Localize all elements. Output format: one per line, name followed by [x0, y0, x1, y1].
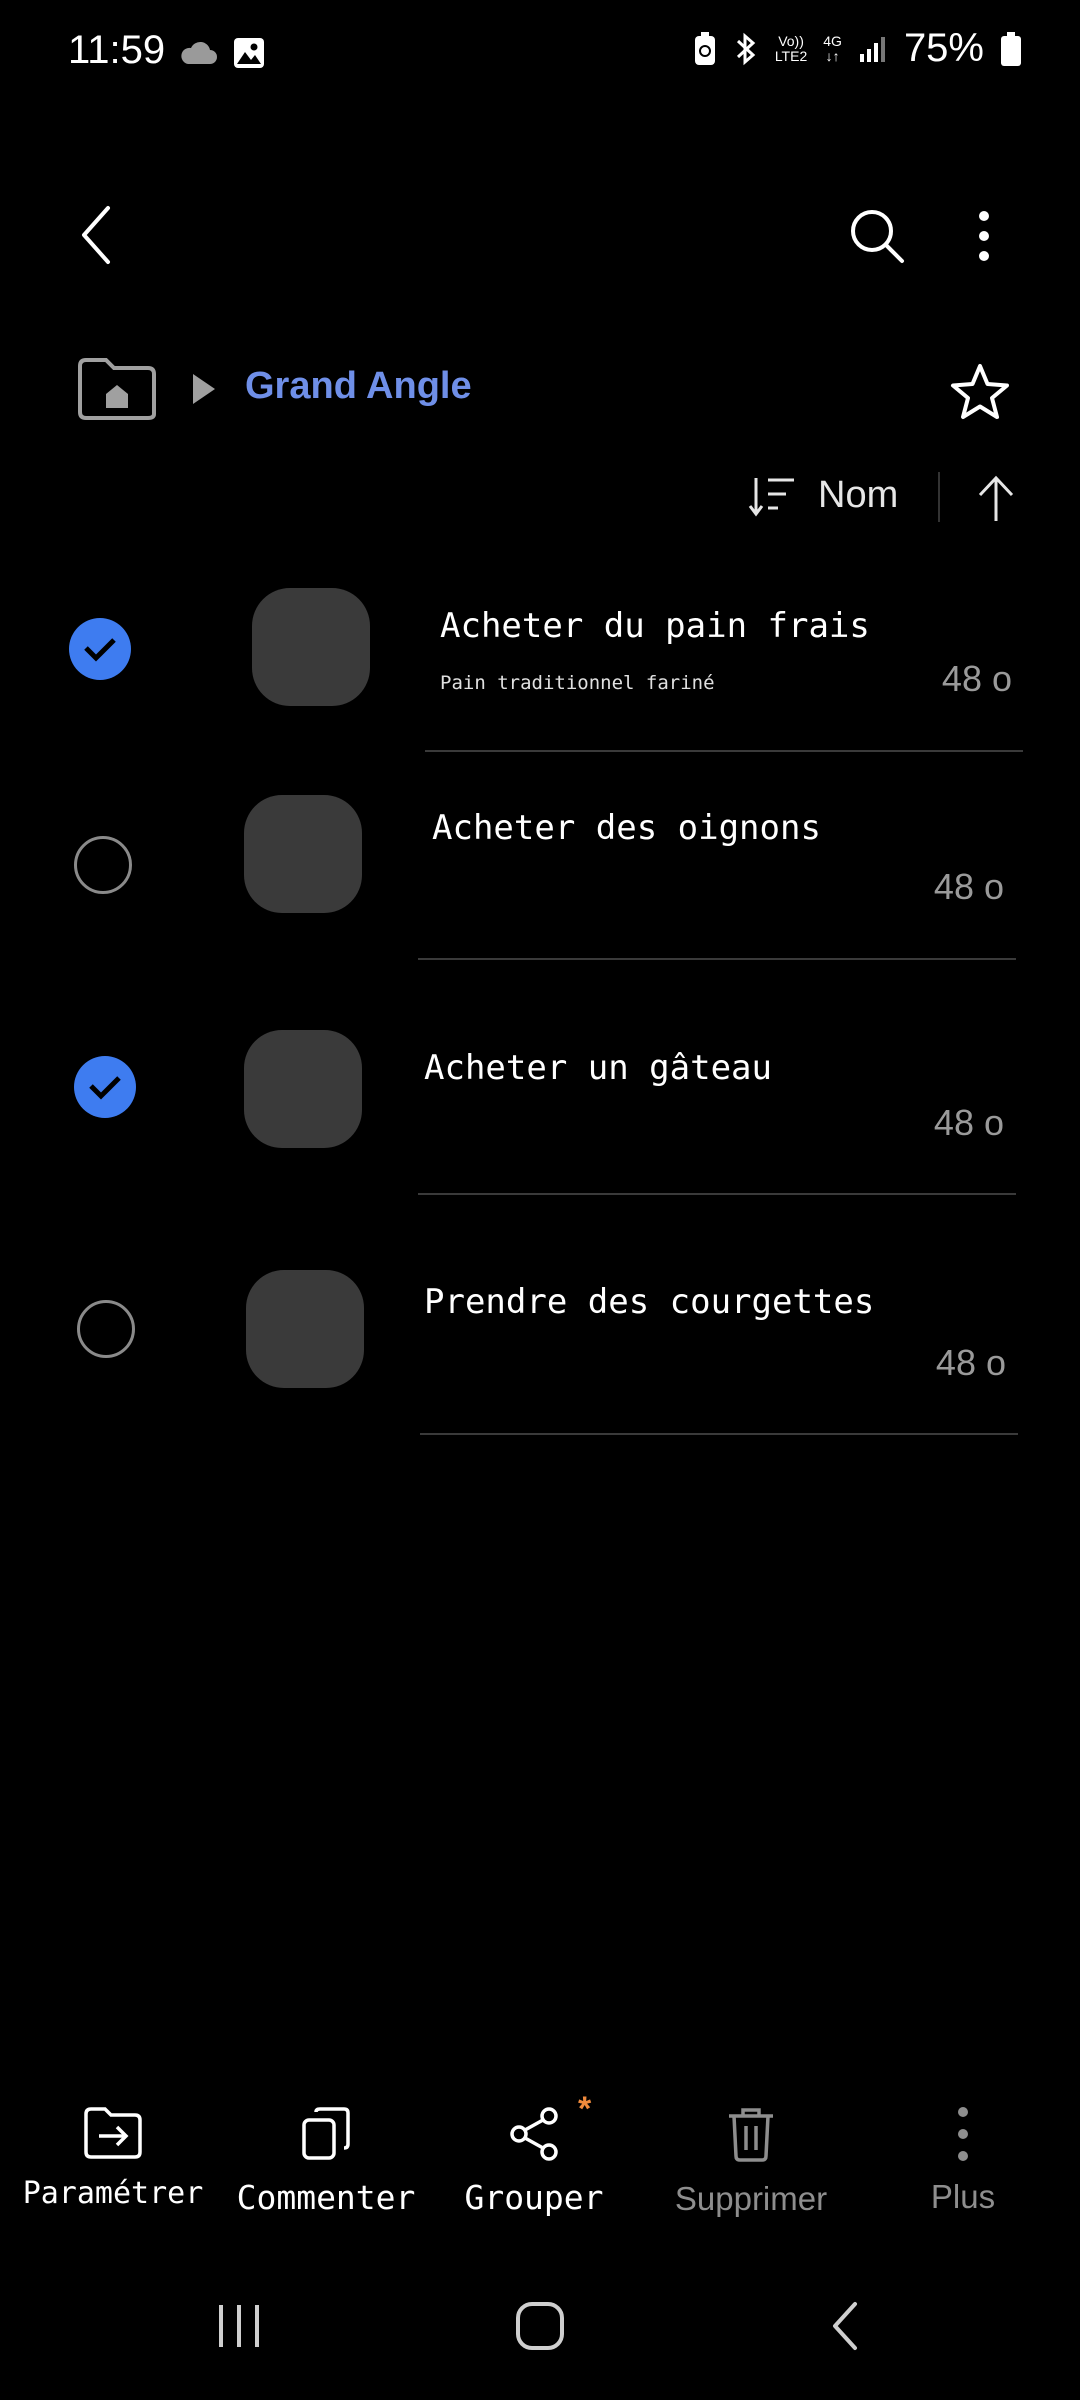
item-checkbox-unchecked[interactable] — [77, 1300, 135, 1358]
action-supprimer[interactable]: Supprimer — [644, 2106, 858, 2218]
search-icon — [851, 210, 904, 263]
star-outline-icon — [951, 364, 1009, 419]
action-label: Commenter — [236, 2178, 416, 2217]
move-to-folder-icon — [84, 2107, 142, 2159]
more-vertical-icon — [979, 211, 989, 261]
more-options-button[interactable] — [960, 204, 1008, 268]
divider — [418, 958, 1016, 960]
image-icon — [234, 38, 264, 68]
item-title: Acheter un gâteau — [424, 1048, 772, 1088]
back-icon — [82, 206, 110, 264]
home-nav-button[interactable] — [500, 2296, 580, 2356]
sort-direction-button[interactable] — [972, 470, 1020, 526]
item-size: 48 o — [933, 866, 1004, 907]
list-item[interactable]: Acheter des oignons 48 o — [40, 770, 1040, 960]
action-label: Paramétrer — [22, 2176, 204, 2211]
copy-icon — [302, 2107, 350, 2160]
signal-icon — [859, 36, 885, 62]
breadcrumb-current[interactable]: Grand Angle — [245, 365, 472, 408]
item-subtitle: Pain traditionnel fariné — [440, 672, 715, 694]
home-folder-button[interactable] — [76, 356, 158, 422]
trash-icon — [729, 2108, 773, 2162]
battery-icon — [1001, 31, 1021, 66]
item-size: 48 o — [941, 658, 1012, 699]
list-item[interactable]: Acheter du pain frais Pain traditionnel … — [40, 570, 1040, 750]
action-label: Supprimer — [674, 2180, 828, 2217]
list-item[interactable]: Acheter un gâteau 48 o — [40, 990, 1040, 1190]
item-thumbnail — [244, 795, 362, 913]
divider — [420, 1433, 1018, 1435]
more-vertical-icon — [958, 2107, 968, 2161]
favorite-button[interactable] — [948, 360, 1012, 424]
item-size: 48 o — [933, 1102, 1004, 1143]
divider — [425, 750, 1023, 752]
new-badge: * — [578, 2090, 592, 2128]
sort-divider — [938, 472, 940, 522]
item-thumbnail — [252, 588, 370, 706]
status-right: Vo)) LTE2 4G ↓↑ 75% — [693, 26, 1022, 71]
cloud-icon — [181, 41, 217, 64]
check-icon — [84, 638, 116, 662]
sort-icon — [748, 478, 794, 517]
recents-icon — [219, 2305, 259, 2347]
home-icon — [516, 2302, 564, 2350]
action-parametrer[interactable]: Paramétrer — [20, 2106, 206, 2211]
back-nav-button[interactable] — [805, 2296, 885, 2356]
search-button[interactable] — [845, 204, 909, 268]
item-checkbox-unchecked[interactable] — [74, 836, 132, 894]
item-title: Prendre des courgettes — [424, 1282, 875, 1322]
recents-button[interactable] — [200, 2296, 280, 2356]
list-item[interactable]: Prendre des courgettes 48 o — [40, 1230, 1040, 1430]
back-nav-icon — [833, 2302, 857, 2350]
action-plus[interactable]: Plus — [880, 2106, 1046, 2216]
check-icon — [89, 1076, 121, 1100]
item-checkbox-checked[interactable] — [69, 618, 131, 680]
item-checkbox-checked[interactable] — [74, 1056, 136, 1118]
share-icon — [510, 2107, 558, 2161]
item-title: Acheter du pain frais — [440, 606, 870, 646]
status-left-icons — [178, 36, 266, 70]
action-label: Grouper — [464, 2178, 604, 2217]
network-indicator: 4G ↓↑ — [823, 32, 842, 64]
sort-order-button[interactable] — [748, 474, 798, 518]
arrow-up-icon — [978, 475, 1014, 521]
action-label: Plus — [930, 2178, 996, 2215]
item-thumbnail — [246, 1270, 364, 1388]
battery-saver-icon — [694, 31, 715, 65]
action-commenter[interactable]: Commenter — [228, 2106, 424, 2217]
play-arrow-icon — [193, 374, 215, 404]
sort-label[interactable]: Nom — [818, 474, 898, 517]
divider — [418, 1193, 1016, 1195]
item-size: 48 o — [935, 1342, 1006, 1383]
item-title: Acheter des oignons — [432, 808, 821, 848]
home-folder-icon — [78, 358, 156, 420]
action-grouper[interactable]: Grouper — [446, 2106, 622, 2217]
battery-level: 75% — [903, 26, 984, 70]
back-button[interactable] — [66, 200, 126, 270]
status-time: 11:59 — [68, 28, 166, 72]
bluetooth-icon — [736, 32, 756, 65]
item-thumbnail — [244, 1030, 362, 1148]
volte-indicator: Vo)) LTE2 — [774, 32, 808, 64]
